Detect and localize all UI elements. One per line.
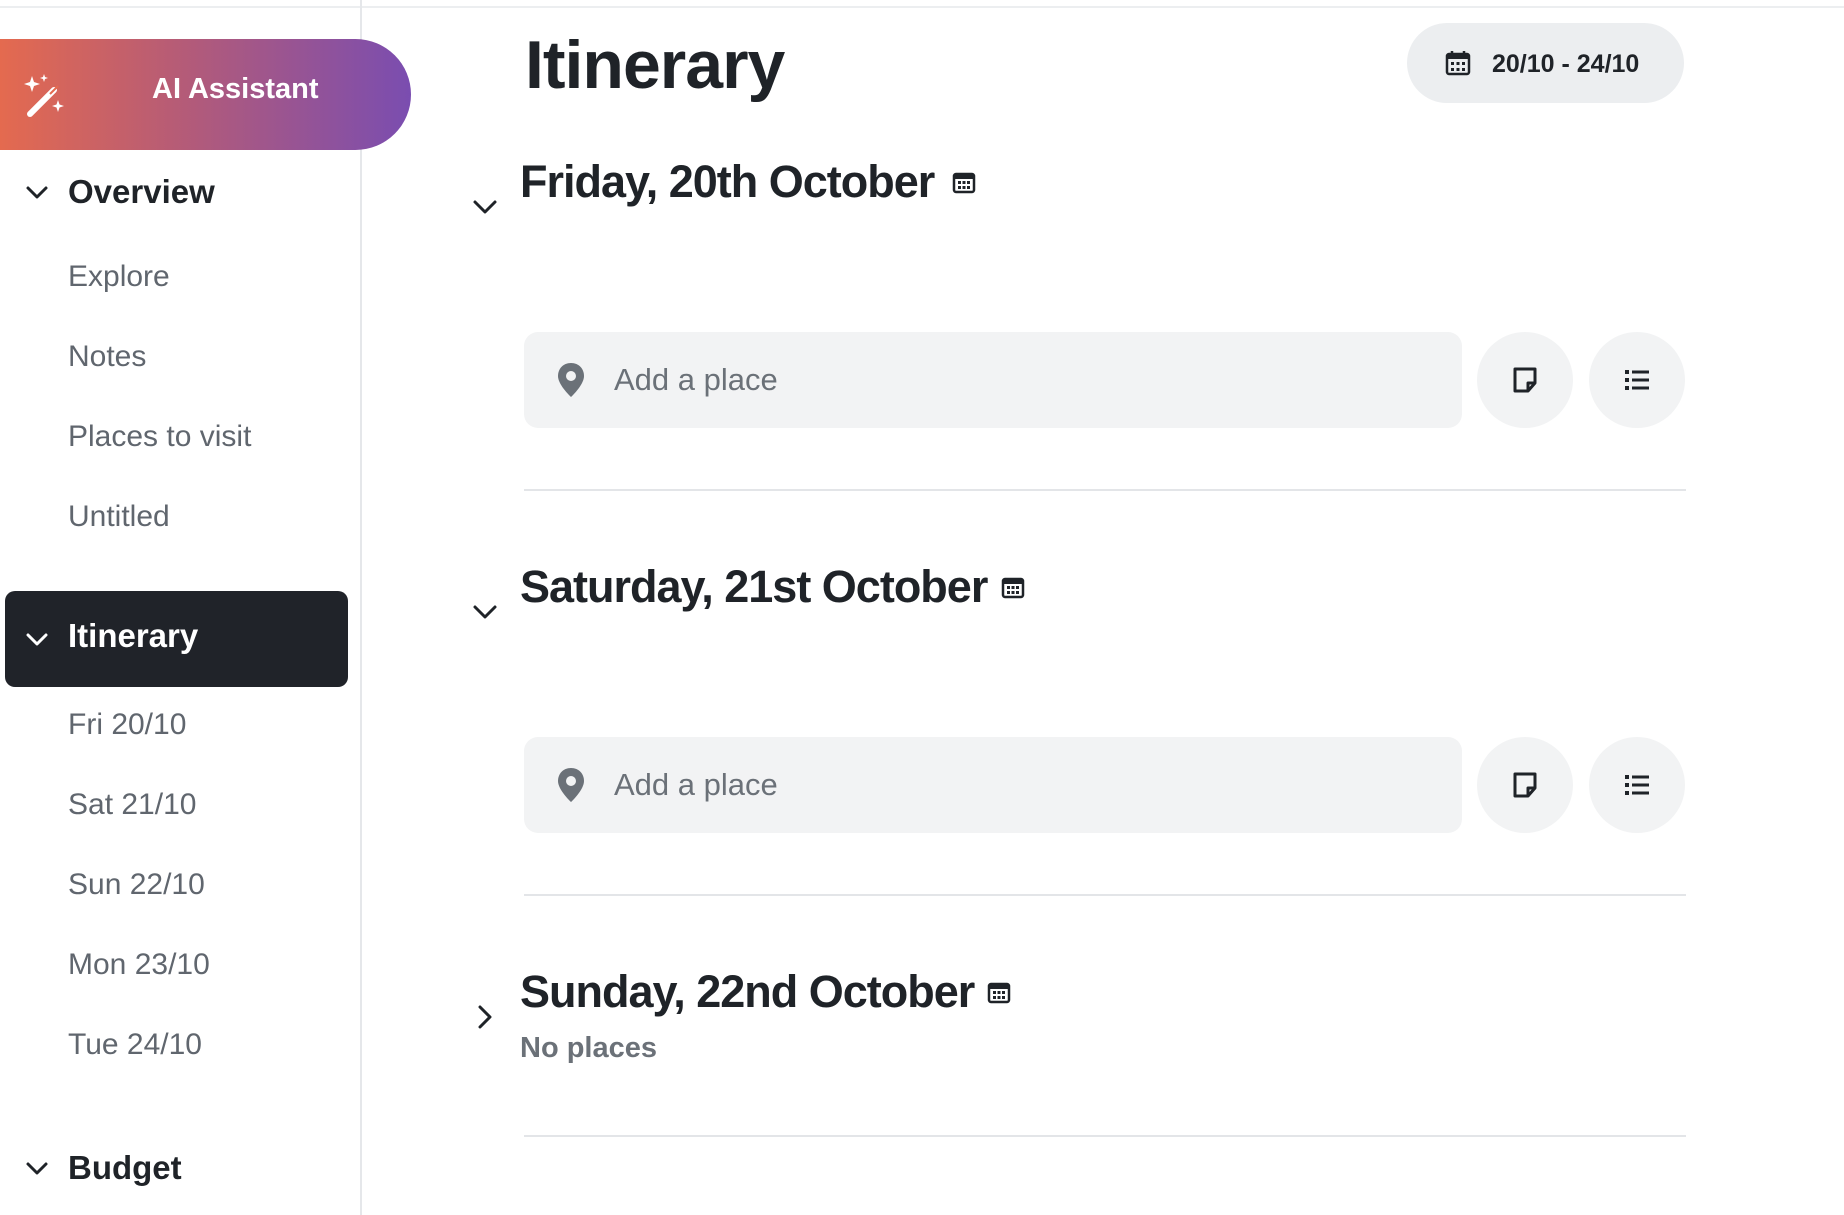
sidebar-item-tue[interactable]: Tue 24/10 [68, 1028, 202, 1062]
magic-wand-icon [24, 74, 64, 117]
chevron-down-icon[interactable] [470, 192, 500, 222]
calendar-icon[interactable] [1001, 575, 1025, 599]
chevron-right-icon[interactable] [470, 1002, 500, 1032]
day-divider [524, 1135, 1686, 1137]
chevron-down-icon [26, 633, 48, 646]
map-pin-icon [558, 768, 584, 802]
map-pin-icon [558, 363, 584, 397]
sidebar-item-notes[interactable]: Notes [68, 340, 146, 374]
add-note-button[interactable] [1477, 737, 1573, 833]
page-title: Itinerary [525, 27, 785, 103]
checklist-icon [1625, 370, 1649, 390]
no-places-label: No places [520, 1032, 657, 1064]
add-place-input[interactable]: Add a place [524, 332, 1462, 428]
date-range-label: 20/10 - 24/10 [1492, 50, 1640, 78]
sticky-note-icon [1513, 367, 1537, 393]
add-note-button[interactable] [1477, 332, 1573, 428]
chevron-down-icon [26, 1162, 48, 1175]
sidebar-section-budget[interactable]: Budget [0, 1133, 340, 1203]
sidebar-item-untitled[interactable]: Untitled [68, 500, 170, 534]
add-place-placeholder: Add a place [614, 362, 778, 397]
day-title: Sunday, 22nd October [520, 966, 975, 1017]
calendar-icon [1445, 51, 1471, 76]
sidebar-section-overview[interactable]: Overview [0, 157, 340, 227]
date-range-button[interactable]: 20/10 - 24/10 [1407, 23, 1684, 103]
chevron-down-icon [26, 186, 48, 199]
day-divider [524, 894, 1686, 896]
sidebar-item-places-to-visit[interactable]: Places to visit [68, 420, 251, 454]
day-divider [524, 489, 1686, 491]
sticky-note-icon [1513, 772, 1537, 798]
sidebar-section-label: Budget [68, 1149, 182, 1186]
day-title: Saturday, 21st October [520, 561, 988, 612]
calendar-icon[interactable] [952, 170, 976, 194]
sidebar-item-fri[interactable]: Fri 20/10 [68, 708, 186, 742]
add-checklist-button[interactable] [1589, 332, 1685, 428]
add-place-placeholder: Add a place [614, 767, 778, 802]
add-place-input[interactable]: Add a place [524, 737, 1462, 833]
ai-assistant-label: AI Assistant [152, 73, 319, 105]
chevron-down-icon[interactable] [470, 597, 500, 627]
sidebar-section-label: Itinerary [68, 617, 199, 654]
sidebar-section-label: Overview [68, 173, 215, 210]
sidebar: AI Assistant Overview Explore Notes Plac… [0, 0, 411, 1215]
sidebar-section-itinerary[interactable]: Itinerary [5, 591, 348, 687]
day-title: Friday, 20th October [520, 156, 935, 207]
checklist-icon [1625, 775, 1649, 795]
sidebar-item-explore[interactable]: Explore [68, 260, 170, 294]
sidebar-item-sat[interactable]: Sat 21/10 [68, 788, 196, 822]
calendar-icon[interactable] [987, 980, 1011, 1004]
sidebar-item-mon[interactable]: Mon 23/10 [68, 948, 210, 982]
sidebar-item-sun[interactable]: Sun 22/10 [68, 868, 205, 902]
add-checklist-button[interactable] [1589, 737, 1685, 833]
ai-assistant-button[interactable]: AI Assistant [0, 39, 411, 150]
